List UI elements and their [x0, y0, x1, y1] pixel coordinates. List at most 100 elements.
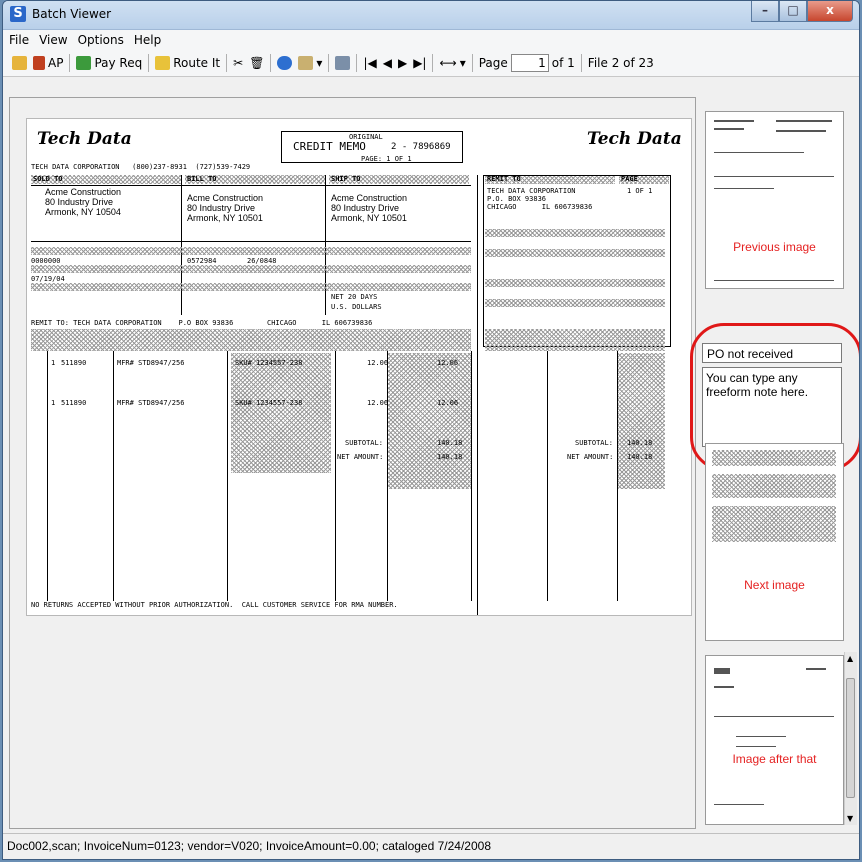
scroll-up-arrow-icon[interactable]: ▲	[847, 654, 853, 663]
route-it-button[interactable]: Route It	[152, 52, 223, 74]
fit-width-dropdown[interactable]: ⟷ ▾	[436, 52, 468, 74]
pay-req-label: Pay Req	[94, 56, 143, 70]
memo-title: CREDIT MEMO	[293, 140, 366, 153]
batch-viewer-window: S Batch Viewer – □ x File View Options H…	[2, 0, 860, 860]
item-price: 12.06	[367, 399, 389, 407]
app-icon: S	[10, 6, 26, 22]
previous-image-caption: Previous image	[733, 240, 816, 254]
scribble	[714, 716, 834, 717]
item-part: 511890	[61, 359, 87, 367]
toolbar-separator	[226, 54, 228, 72]
trash-icon: 🗑	[249, 56, 265, 70]
prev-page-button[interactable]: ◀	[380, 52, 395, 74]
thumbnail-next[interactable]: Next image	[705, 443, 844, 641]
info-button[interactable]	[274, 52, 295, 74]
menu-options[interactable]: Options	[78, 33, 124, 47]
first-page-button[interactable]: |◀	[360, 52, 379, 74]
ap-button[interactable]: AP	[30, 52, 66, 74]
thumbnail-after[interactable]: Image after that	[705, 655, 844, 825]
toolbar-separator	[580, 54, 582, 72]
item-qty: 1	[51, 399, 56, 407]
ship-to-line: Acme Construction	[331, 193, 408, 203]
item-ext: 12.06	[437, 359, 459, 367]
scribble	[714, 804, 764, 805]
cut-button[interactable]: ✂	[230, 52, 246, 74]
file-position: File 2 of 23	[587, 56, 654, 70]
rule	[547, 351, 548, 601]
bill-to-label: BILL TO	[187, 175, 217, 183]
pay-req-button[interactable]: Pay Req	[73, 52, 145, 74]
note-body-field[interactable]: You can type any freeform note here.	[702, 367, 842, 447]
memo-page-info: PAGE: 1 OF 1	[361, 155, 412, 163]
scribble	[776, 130, 826, 132]
next-page-button[interactable]: ▶	[395, 52, 410, 74]
menu-view[interactable]: View	[39, 33, 67, 47]
scribble	[714, 668, 730, 674]
scissors-icon: ✂	[233, 56, 244, 70]
last-page-icon: ▶|	[413, 56, 427, 70]
scribble	[776, 120, 832, 122]
scroll-down-arrow-icon[interactable]: ▼	[847, 814, 853, 823]
last-page-button[interactable]: ▶|	[410, 52, 429, 74]
net-amount-label: NET AMOUNT:	[337, 453, 384, 461]
scribble	[714, 188, 774, 189]
menu-file[interactable]: File	[9, 33, 29, 47]
settings-dropdown[interactable]: ▾	[295, 52, 325, 74]
properties-button[interactable]	[332, 52, 353, 74]
pay-req-icon	[76, 56, 92, 70]
rule	[477, 175, 478, 615]
thumbnail-panel: Previous image PO not received You can t…	[690, 97, 859, 827]
route-icon	[155, 56, 171, 70]
item-desc: MFR# STD8947/256	[117, 359, 185, 367]
items-shade	[231, 353, 331, 473]
rule	[387, 351, 388, 601]
scribble	[736, 736, 786, 737]
next-page-icon: ▶	[397, 56, 408, 70]
toolbar-separator	[270, 54, 272, 72]
title-bar[interactable]: S Batch Viewer – □ x	[3, 1, 859, 30]
ap-label: AP	[48, 56, 64, 70]
items-header	[31, 329, 471, 351]
document-viewer[interactable]: Tech Data Tech Data ORIGINAL CREDIT MEMO…	[9, 97, 696, 829]
scribble	[736, 746, 776, 747]
minimize-button[interactable]: –	[751, 1, 779, 22]
route-it-label: Route It	[173, 56, 221, 70]
row-value: 07/19/04	[31, 275, 65, 283]
status-bar: Doc002,scan; InvoiceNum=0123; vendor=V02…	[3, 833, 859, 857]
row-value: NET 20 DAYS	[331, 293, 378, 301]
menu-help[interactable]: Help	[134, 33, 161, 47]
net-amount-value: 140.18	[627, 453, 653, 461]
row-value: 26/0848	[247, 257, 277, 265]
scribble	[714, 152, 804, 153]
maximize-button[interactable]: □	[779, 1, 807, 22]
thumbnail-previous[interactable]: Previous image	[705, 111, 844, 289]
subtotal-value: 140.18	[627, 439, 653, 447]
subtotal-value: 140.18	[437, 439, 463, 447]
page-number-spinner[interactable]: 1	[510, 54, 549, 72]
menu-bar: File View Options Help	[3, 30, 859, 50]
fit-width-icon: ⟷	[439, 56, 457, 70]
tech-data-logo: Tech Data	[587, 129, 682, 149]
hatched-row	[485, 229, 665, 237]
items-shade	[617, 353, 665, 489]
scribble	[806, 668, 826, 670]
items-shade	[387, 353, 471, 489]
toolbar-separator	[432, 54, 434, 72]
rule	[181, 175, 182, 315]
first-page-icon: |◀	[363, 56, 377, 70]
delete-button[interactable]: 🗑	[246, 52, 267, 74]
scribble	[712, 450, 836, 466]
open-folder-button[interactable]	[9, 52, 30, 74]
bill-to-line: 80 Industry Drive	[187, 203, 256, 213]
sold-to-line: Acme Construction	[45, 187, 122, 197]
company-line: TECH DATA CORPORATION (800)237-8931 (727…	[31, 163, 251, 171]
note-title-field[interactable]: PO not received	[702, 343, 842, 363]
invoice-document: Tech Data Tech Data ORIGINAL CREDIT MEMO…	[26, 118, 692, 616]
subtotal-label: SUBTOTAL:	[575, 439, 613, 447]
scrollbar-thumb[interactable]	[846, 678, 855, 798]
rule	[617, 351, 618, 601]
subtotal-label: SUBTOTAL:	[345, 439, 383, 447]
sold-to-label: SOLD TO	[33, 175, 63, 183]
close-button[interactable]: x	[807, 1, 853, 22]
thumbnail-scrollbar[interactable]: ▲ ▼	[844, 652, 857, 825]
